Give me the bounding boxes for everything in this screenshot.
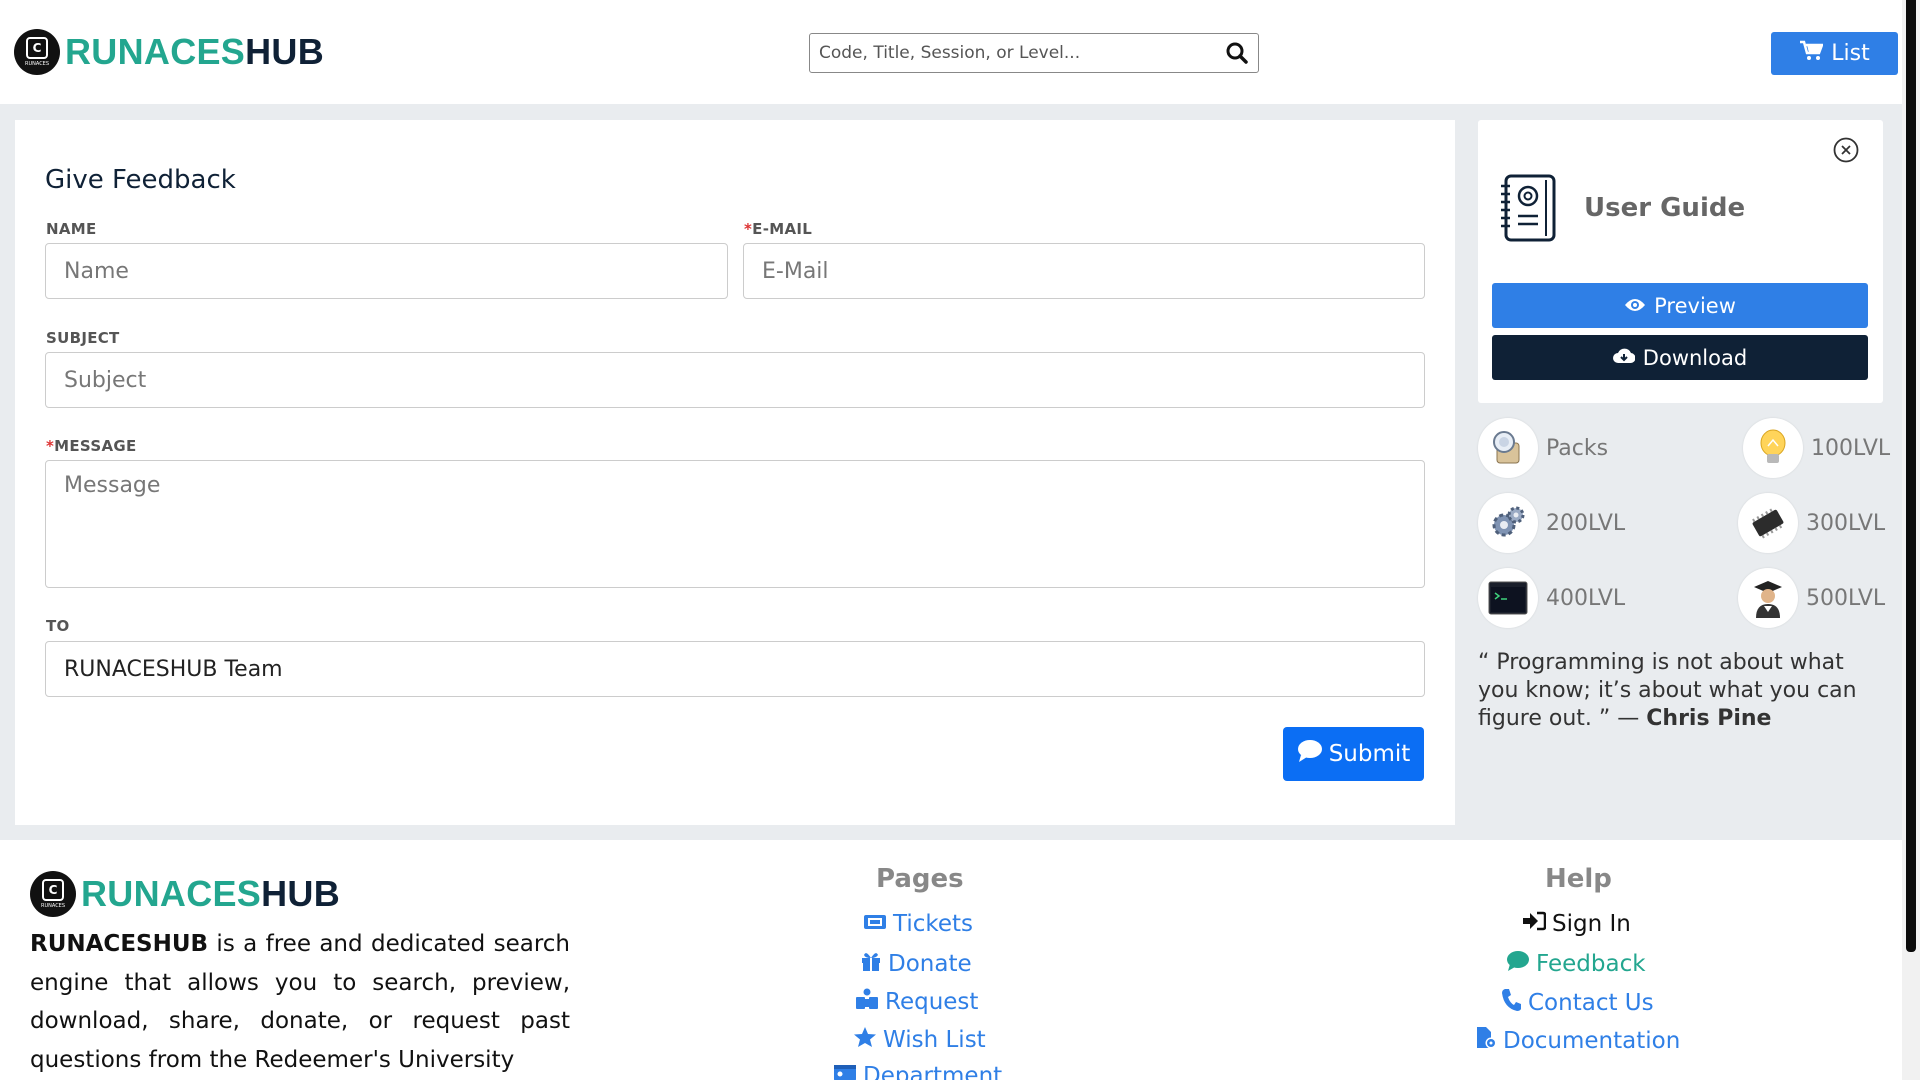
- list-button[interactable]: List: [1771, 32, 1898, 75]
- level-link-300[interactable]: 300LVL: [1738, 493, 1885, 553]
- submit-label: Submit: [1328, 741, 1411, 767]
- email-field[interactable]: [743, 243, 1425, 299]
- brand-logo[interactable]: C RUNACES RUNACESHUB: [14, 29, 324, 75]
- phone-icon: [1500, 988, 1522, 1018]
- level-link-200[interactable]: 200LVL: [1478, 493, 1625, 553]
- manual-book-icon: [1498, 172, 1558, 248]
- brand-name: RUNACESHUB: [65, 31, 325, 72]
- star-icon: [853, 1026, 877, 1054]
- footer-link-tickets[interactable]: Tickets: [863, 911, 973, 937]
- footer-link-feedback[interactable]: Feedback: [1506, 950, 1646, 978]
- level-label: 300LVL: [1806, 510, 1886, 536]
- user-guide-card: User Guide Preview Download: [1478, 120, 1883, 403]
- gears-icon: [1478, 493, 1538, 553]
- level-link-400[interactable]: 400LVL: [1478, 568, 1625, 628]
- download-label: Download: [1642, 345, 1748, 370]
- search-icon[interactable]: [1216, 41, 1258, 65]
- footer-link-wish-list[interactable]: Wish List: [853, 1026, 986, 1054]
- subject-field[interactable]: [45, 352, 1425, 408]
- comment-icon: [1297, 739, 1323, 769]
- footer-link-sign-in[interactable]: Sign In: [1522, 911, 1631, 937]
- close-icon[interactable]: [1833, 137, 1859, 163]
- to-field[interactable]: [45, 641, 1425, 697]
- ticket-icon: [863, 911, 887, 937]
- programming-quote: “ Programming is not about what you know…: [1478, 650, 1857, 731]
- footer-link-contact-us[interactable]: Contact Us: [1500, 988, 1654, 1018]
- search-input[interactable]: [810, 34, 1216, 72]
- quote-author: Chris Pine: [1646, 706, 1772, 731]
- download-button[interactable]: Download: [1492, 335, 1868, 380]
- scrollbar-thumb[interactable]: [1906, 0, 1916, 952]
- level-label: 100LVL: [1811, 435, 1891, 461]
- name-label: NAME: [46, 220, 97, 238]
- submit-button[interactable]: Submit: [1283, 727, 1424, 781]
- footer-link-documentation[interactable]: Documentation: [1475, 1026, 1680, 1056]
- search-bar: [809, 33, 1259, 73]
- level-label: 200LVL: [1546, 510, 1626, 536]
- help-heading: Help: [1545, 864, 1612, 894]
- terminal-icon: [1478, 568, 1538, 628]
- graduate-icon: [1738, 568, 1798, 628]
- level-label: 500LVL: [1806, 585, 1886, 611]
- brand-name: RUNACESHUB: [81, 873, 341, 914]
- list-label: List: [1831, 41, 1870, 66]
- feedback-form-card: Give Feedback NAME *E-MAIL SUBJECT *MESS…: [15, 120, 1455, 825]
- lightbulb-icon: [1743, 418, 1803, 478]
- guide-title: User Guide: [1584, 193, 1746, 223]
- footer-description: RUNACESHUB is a free and dedicated searc…: [30, 931, 570, 1073]
- logo-badge-icon: C RUNACES: [30, 871, 76, 917]
- footer-link-request[interactable]: Request: [855, 988, 978, 1016]
- site-footer: C RUNACES RUNACESHUB RUNACESHUB is a fre…: [0, 840, 1902, 1080]
- chip-icon: [1738, 493, 1798, 553]
- top-header: C RUNACES RUNACESHUB List: [0, 0, 1902, 104]
- subject-label: SUBJECT: [46, 329, 120, 347]
- footer-link-department[interactable]: Department: [833, 1063, 1002, 1080]
- gift-icon: [860, 950, 882, 978]
- level-label: Packs: [1546, 435, 1609, 461]
- comment-icon: [1506, 950, 1530, 978]
- level-link-500[interactable]: 500LVL: [1738, 568, 1885, 628]
- name-field[interactable]: [45, 243, 728, 299]
- form-title: Give Feedback: [45, 165, 236, 195]
- level-link-100[interactable]: 100LVL: [1743, 418, 1890, 478]
- message-label: *MESSAGE: [46, 437, 137, 455]
- level-link-packs[interactable]: Packs: [1478, 418, 1608, 478]
- sign-in-icon: [1522, 911, 1547, 937]
- preview-button[interactable]: Preview: [1492, 283, 1868, 328]
- to-label: TO: [46, 617, 70, 635]
- cloud-download-icon: [1612, 346, 1636, 370]
- email-label: *E-MAIL: [744, 220, 813, 238]
- hand-holding-icon: [855, 988, 879, 1016]
- cart-icon: [1799, 40, 1825, 68]
- file-settings-icon: [1475, 1026, 1497, 1056]
- preview-label: Preview: [1654, 293, 1736, 318]
- footer-brand-logo[interactable]: C RUNACES RUNACESHUB: [30, 871, 340, 917]
- pages-heading: Pages: [876, 864, 964, 894]
- footer-link-donate[interactable]: Donate: [860, 950, 972, 978]
- logo-badge-icon: C RUNACES: [14, 29, 60, 75]
- message-field[interactable]: [45, 460, 1425, 588]
- page-scrollbar[interactable]: [1902, 0, 1920, 1080]
- packs-icon: [1478, 418, 1538, 478]
- eye-icon: [1624, 294, 1646, 318]
- id-card-icon: [833, 1063, 857, 1080]
- level-label: 400LVL: [1546, 585, 1626, 611]
